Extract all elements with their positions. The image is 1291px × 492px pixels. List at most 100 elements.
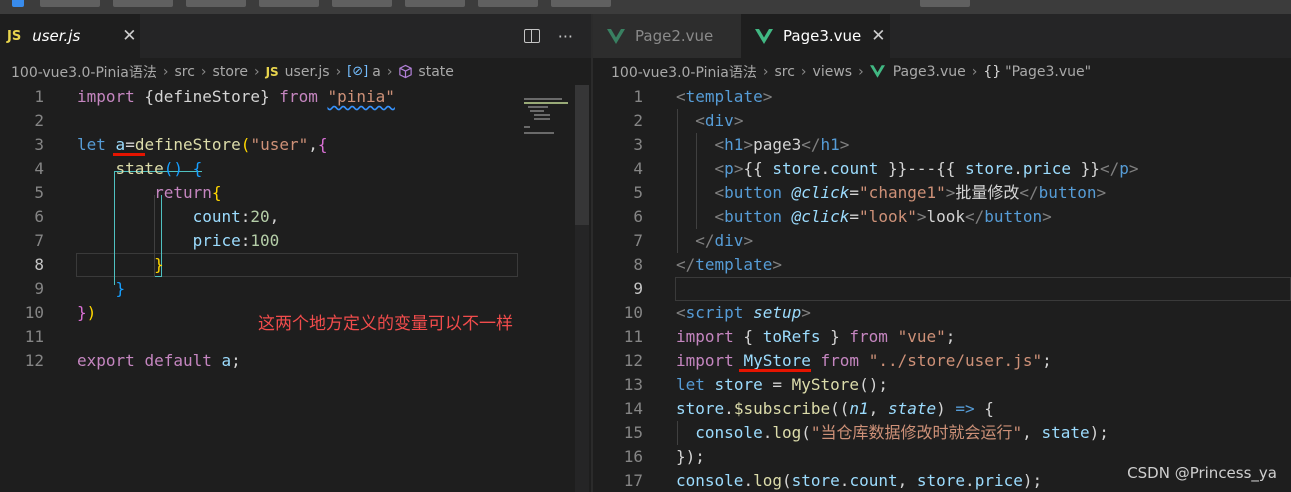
menu-item[interactable] bbox=[478, 0, 538, 7]
code-line: 15 console.log("当仓库数据修改时就会运行", state); bbox=[593, 421, 1291, 445]
code-line: 2 <div> bbox=[593, 109, 1291, 133]
tab-label: Page3.vue bbox=[783, 27, 862, 45]
breadcrumb-src[interactable]: src bbox=[774, 64, 794, 80]
property-cube-icon bbox=[399, 64, 413, 79]
chevron-right-icon: › bbox=[253, 63, 260, 80]
line-number: 6 bbox=[633, 207, 643, 226]
annotation-text: 这两个地方定义的变量可以不一样 bbox=[258, 314, 513, 334]
chevron-right-icon: › bbox=[762, 63, 769, 80]
line-number: 15 bbox=[623, 423, 643, 442]
breadcrumb: 100-vue3.0-Pinia语法 › src › views › Page3… bbox=[593, 58, 1291, 85]
chevron-right-icon: › bbox=[971, 63, 978, 80]
tab-page3-vue[interactable]: Page3.vue ✕ bbox=[741, 14, 890, 58]
menu-item[interactable] bbox=[40, 0, 100, 7]
code-line: 14 store.$subscribe((n1, state) => { bbox=[593, 397, 1291, 421]
code-line: 2 bbox=[0, 109, 591, 133]
chevron-right-icon: › bbox=[200, 63, 207, 80]
code-line: 1 import {defineStore} from "pinia" bbox=[0, 85, 591, 109]
code-line: 1 <template> bbox=[593, 85, 1291, 109]
line-number: 3 bbox=[34, 135, 44, 154]
code-line: 4 state() { bbox=[0, 157, 591, 181]
line-number: 3 bbox=[633, 135, 643, 154]
menu-item[interactable] bbox=[113, 0, 173, 7]
code-line: 10 <script setup> bbox=[593, 301, 1291, 325]
code-line: 5 return{ bbox=[0, 181, 591, 205]
line-number: 4 bbox=[633, 159, 643, 178]
breadcrumb-root[interactable]: 100-vue3.0-Pinia语法 bbox=[11, 62, 157, 82]
line-number: 12 bbox=[24, 351, 44, 370]
red-underline-mark bbox=[113, 153, 145, 156]
breadcrumb-file[interactable]: user.js bbox=[285, 64, 330, 80]
line-number: 17 bbox=[623, 471, 643, 490]
breadcrumb-symbol[interactable]: "Page3.vue" bbox=[1005, 64, 1091, 80]
code-line: 12 export default a; bbox=[0, 349, 591, 373]
line-number: 9 bbox=[34, 279, 44, 298]
line-number: 10 bbox=[24, 303, 44, 322]
breadcrumb-src[interactable]: src bbox=[174, 64, 194, 80]
menu-item[interactable] bbox=[259, 0, 319, 7]
split-editor-icon[interactable] bbox=[523, 29, 540, 43]
menu-item[interactable] bbox=[405, 0, 465, 7]
breadcrumb-views[interactable]: views bbox=[813, 64, 853, 80]
breadcrumb-root[interactable]: 100-vue3.0-Pinia语法 bbox=[611, 62, 757, 82]
js-file-icon: JS bbox=[265, 64, 279, 79]
menu-item[interactable] bbox=[551, 0, 611, 7]
close-icon[interactable]: ✕ bbox=[871, 26, 885, 46]
variable-icon: [⊘] bbox=[347, 64, 369, 79]
line-number: 16 bbox=[623, 447, 643, 466]
code-line: 6 <button @click="look">look</button> bbox=[593, 205, 1291, 229]
line-number: 7 bbox=[34, 231, 44, 250]
code-line: 7 </div> bbox=[593, 229, 1291, 253]
line-number: 7 bbox=[633, 231, 643, 250]
js-file-icon: JS bbox=[7, 28, 22, 44]
menu-item[interactable] bbox=[332, 0, 392, 7]
breadcrumb: 100-vue3.0-Pinia语法 › src › store › JS us… bbox=[0, 58, 591, 85]
line-number: 1 bbox=[633, 87, 643, 106]
close-icon[interactable]: ✕ bbox=[122, 26, 136, 46]
editor-actions: ··· bbox=[523, 14, 573, 58]
line-number: 6 bbox=[34, 207, 44, 226]
code-line: 9 bbox=[593, 277, 1291, 301]
editor-group-right: Page2.vue Page3.vue ✕ 100-vue3.0-Pinia语法… bbox=[593, 14, 1291, 492]
line-number: 11 bbox=[24, 327, 44, 346]
chevron-right-icon: › bbox=[335, 63, 342, 80]
more-actions-icon[interactable]: ··· bbox=[558, 27, 573, 46]
breadcrumb-property[interactable]: state bbox=[418, 64, 453, 80]
tab-bar: Page2.vue Page3.vue ✕ bbox=[593, 14, 1291, 58]
code-line: 13 let store = MyStore(); bbox=[593, 373, 1291, 397]
line-number: 4 bbox=[34, 159, 44, 178]
menu-item[interactable] bbox=[186, 0, 246, 7]
red-underline-mark bbox=[739, 369, 811, 372]
line-number: 14 bbox=[623, 399, 643, 418]
breadcrumb-store[interactable]: store bbox=[213, 64, 248, 80]
line-number: 9 bbox=[633, 279, 643, 298]
code-editor[interactable]: 1 import {defineStore} from "pinia" 2 3 le… bbox=[0, 85, 591, 492]
code-editor[interactable]: 1 <template> 2 <div> 3 <h1>page3</h1> 4 <… bbox=[593, 85, 1291, 492]
tab-user-js[interactable]: JS user.js ✕ bbox=[0, 14, 140, 58]
code-line: 3 let a=defineStore("user",{ bbox=[0, 133, 591, 157]
vue-file-icon bbox=[869, 65, 885, 78]
minimap[interactable] bbox=[520, 98, 575, 138]
code-line: 8 </template> bbox=[593, 253, 1291, 277]
code-line: 11 import { toRefs } from "vue"; bbox=[593, 325, 1291, 349]
menu-bar-strip bbox=[0, 0, 1291, 14]
code-line: 7 price:100 bbox=[0, 229, 591, 253]
breadcrumb-variable[interactable]: a bbox=[372, 64, 381, 80]
tab-label: user.js bbox=[32, 27, 81, 45]
watermark: CSDN @Princess_ya bbox=[1127, 464, 1277, 482]
line-number: 12 bbox=[623, 351, 643, 370]
code-line: 5 <button @click="change1">批量修改</button> bbox=[593, 181, 1291, 205]
line-number: 2 bbox=[34, 111, 44, 130]
chevron-right-icon: › bbox=[162, 63, 169, 80]
braces-icon: {} bbox=[983, 63, 1002, 80]
code-line: 9 } bbox=[0, 277, 591, 301]
app-icon bbox=[12, 0, 24, 7]
code-line: 3 <h1>page3</h1> bbox=[593, 133, 1291, 157]
code-line: 4 <p>{{ store.count }}---{{ store.price … bbox=[593, 157, 1291, 181]
scrollbar[interactable] bbox=[575, 85, 589, 492]
vue-file-icon bbox=[607, 28, 625, 44]
tab-page2-vue[interactable]: Page2.vue bbox=[593, 14, 741, 58]
chevron-right-icon: › bbox=[858, 63, 864, 80]
breadcrumb-file[interactable]: Page3.vue bbox=[893, 64, 966, 80]
scroll-thumb[interactable] bbox=[575, 85, 589, 225]
